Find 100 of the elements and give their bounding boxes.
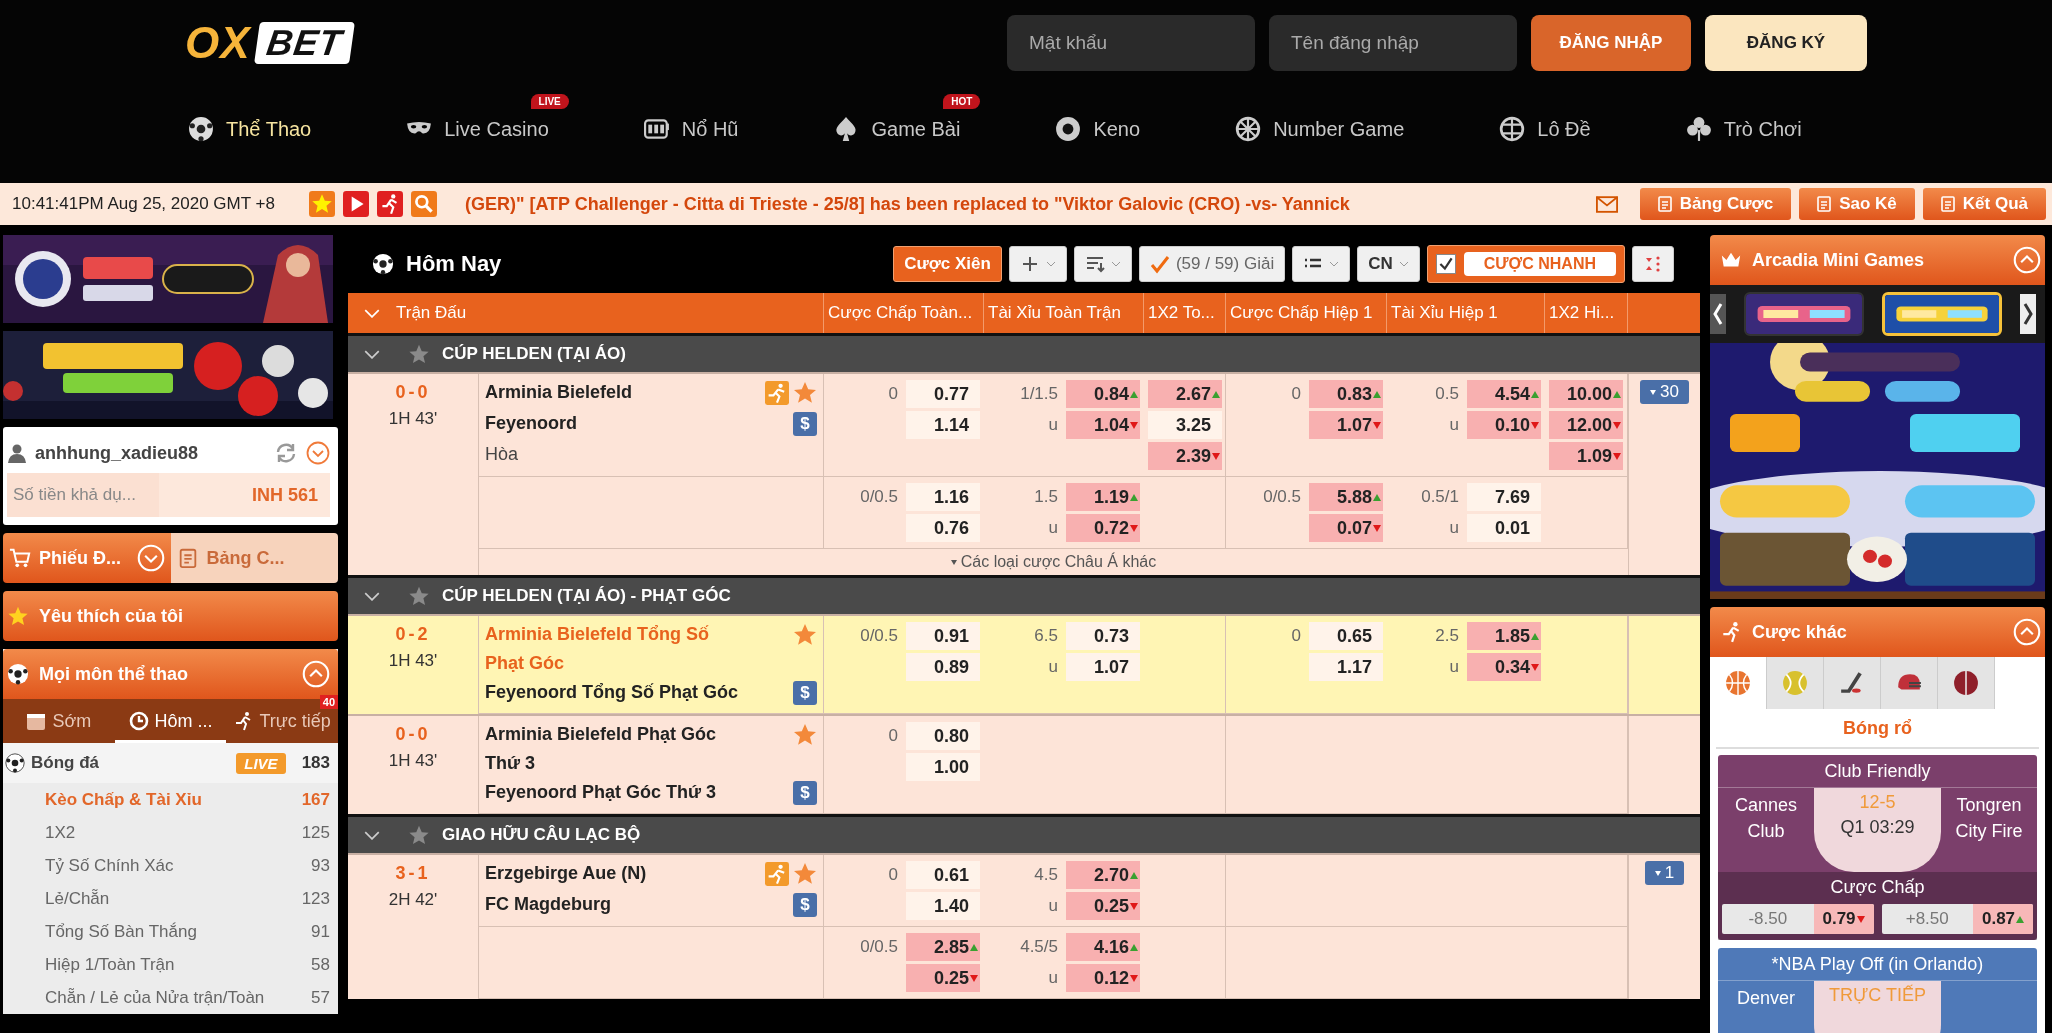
odds-button[interactable]: 4.54 [1467,380,1541,408]
star-icon[interactable] [793,381,817,405]
bet-type-item[interactable]: 1X2 125 [3,816,338,849]
search-icon[interactable] [410,191,437,217]
odds-button[interactable]: 0.01 [1467,514,1541,542]
odds-button[interactable]: 0.76 [906,514,980,542]
sport-row[interactable]: Bóng đá LIVE 183 [3,743,338,783]
mail-icon[interactable] [1595,195,1618,213]
odds-button[interactable]: 1.16 [906,483,980,511]
match-card[interactable]: Club Friendly Cannes Club 12-5 Q1 03:29 Tongren City Fire Cược Chấp -8.50 0.79 +8.50 0.87 [1718,755,2037,940]
odds-button[interactable]: 1.00 [906,753,980,781]
odds-button[interactable]: 0.25 [1066,892,1140,920]
add-dropdown[interactable] [1008,246,1067,282]
collapse-icon[interactable] [2013,618,2041,646]
bet-type-item[interactable]: Hiệp 1/Toàn Trận 58 [3,948,338,981]
star-icon[interactable] [408,343,430,365]
sport-tab[interactable] [1881,657,1938,709]
odds-button[interactable]: 0.25 [906,964,980,992]
more-markets-button[interactable]: 30 [1640,380,1689,404]
bet-type-item[interactable]: Tổng Số Bàn Thắng 91 [3,915,338,948]
odds-button[interactable]: 1.14 [906,411,980,439]
odds-button[interactable]: 0.73 [1066,622,1140,650]
login-field[interactable]: Mật khẩu [1007,15,1255,71]
bet-type-item[interactable]: Tỷ Số Chính Xác 93 [3,849,338,882]
odds-button[interactable]: -8.50 0.79 [1722,904,1874,934]
odds-button[interactable]: 10.00 [1549,380,1623,408]
collapse-icon[interactable] [302,660,330,688]
cash-out-badge[interactable]: $ [793,412,817,436]
play-icon[interactable] [342,191,369,217]
odds-button[interactable]: +8.50 0.87 [1881,904,2033,934]
odds-button[interactable]: 0.72 [1066,514,1140,542]
more-markets-button[interactable]: 1 [1644,861,1685,885]
odds-button[interactable]: 1.07 [1066,653,1140,681]
odds-button[interactable]: 2.85 [906,933,980,961]
odds-button[interactable]: 2.70 [1066,861,1140,889]
odds-button[interactable]: 1.07 [1309,411,1383,439]
odds-button[interactable]: 0.91 [906,622,980,650]
cash-out-badge[interactable]: $ [793,681,817,705]
nav-item[interactable]: Trò Chơi [1685,116,1802,142]
odds-button[interactable]: 2.39 [1148,442,1222,470]
odds-button[interactable]: 0.83 [1309,380,1383,408]
odds-button[interactable]: 0.10 [1467,411,1541,439]
collapse-icon[interactable] [2013,246,2041,274]
time-tab[interactable]: Hôm ... [114,699,227,743]
odds-button[interactable]: 5.88 [1309,483,1383,511]
runner-icon[interactable] [376,191,403,217]
runner-icon[interactable] [765,862,789,886]
nav-item[interactable]: Nổ Hũ [643,116,739,142]
odds-button[interactable]: 0.84 [1066,380,1140,408]
odds-button[interactable]: 0.77 [906,380,980,408]
runner-icon[interactable] [765,381,789,405]
sort-arrows-button[interactable] [1632,246,1674,282]
star-icon[interactable] [793,862,817,886]
refresh-icon[interactable] [274,441,298,465]
league-header[interactable]: CÚP HELDEN (TẠI ÁO) - PHẠT GÓC [348,575,1700,614]
league-header[interactable]: GIAO HỮU CÂU LẠC BỘ [348,814,1700,853]
odds-button[interactable]: 4.16 [1066,933,1140,961]
odds-button[interactable]: 0.89 [906,653,980,681]
nav-item[interactable]: Thể Thao [188,116,312,142]
odds-button[interactable]: 0.34 [1467,653,1541,681]
odds-button[interactable]: 1.40 [906,892,980,920]
chevron-left-icon[interactable] [1710,294,1726,334]
chevron-right-icon[interactable] [2020,294,2036,334]
odds-button[interactable]: 0.65 [1309,622,1383,650]
odds-button[interactable]: 0.80 [906,722,980,750]
odds-button[interactable]: 1.19 [1066,483,1140,511]
language-dropdown[interactable]: CN [1357,246,1420,282]
odds-button[interactable]: 0.12 [1066,964,1140,992]
match-card[interactable]: *NBA Play Off (in Orlando) Denver TRỰC TIẾP [1718,948,2037,1033]
login-button[interactable]: ĐĂNG NHẬP [1531,15,1691,71]
odds-button[interactable]: 1.04 [1066,411,1140,439]
odds-button[interactable]: 1.09 [1549,442,1623,470]
odds-button[interactable]: 3.25 [1148,411,1222,439]
odds-button[interactable]: 1.17 [1309,653,1383,681]
cash-out-badge[interactable]: $ [793,893,817,917]
bet-type-item[interactable]: Chẵn / Lẻ của Nửa trận/Toàn 57 [3,981,338,1014]
league-header[interactable]: CÚP HELDEN (TẠI ÁO) [348,333,1700,372]
bet-type-item[interactable]: Lẻ/Chẵn 123 [3,882,338,915]
view-dropdown[interactable] [1292,246,1351,282]
nav-item[interactable]: Lô Đề [1499,116,1591,142]
sport-tab[interactable] [1824,657,1881,709]
star-icon[interactable] [793,623,817,647]
time-tab[interactable]: Sớm [3,699,115,743]
sort-dropdown[interactable] [1073,246,1132,282]
nav-item[interactable]: Number Game [1235,116,1405,142]
nav-item[interactable]: Keno [1055,116,1141,142]
odds-button[interactable]: 0.07 [1309,514,1383,542]
checkbox[interactable] [1435,254,1456,274]
star-icon[interactable] [408,585,430,607]
odds-button[interactable]: 2.67 [1148,380,1222,408]
star-icon[interactable] [408,824,430,846]
odds-button[interactable]: 0.61 [906,861,980,889]
more-bets-link[interactable]: Các loại cược Châu Á khác [479,549,1628,575]
register-button[interactable]: ĐĂNG KÝ [1705,15,1867,71]
odds-button[interactable]: 7.69 [1467,483,1541,511]
login-field[interactable]: Tên đăng nhập [1269,15,1517,71]
league-filter-button[interactable]: (59 / 59) Giải [1138,246,1286,282]
star-icon[interactable] [793,723,817,747]
chevron-down-icon[interactable] [306,441,330,465]
sport-tab[interactable] [1938,657,1995,709]
